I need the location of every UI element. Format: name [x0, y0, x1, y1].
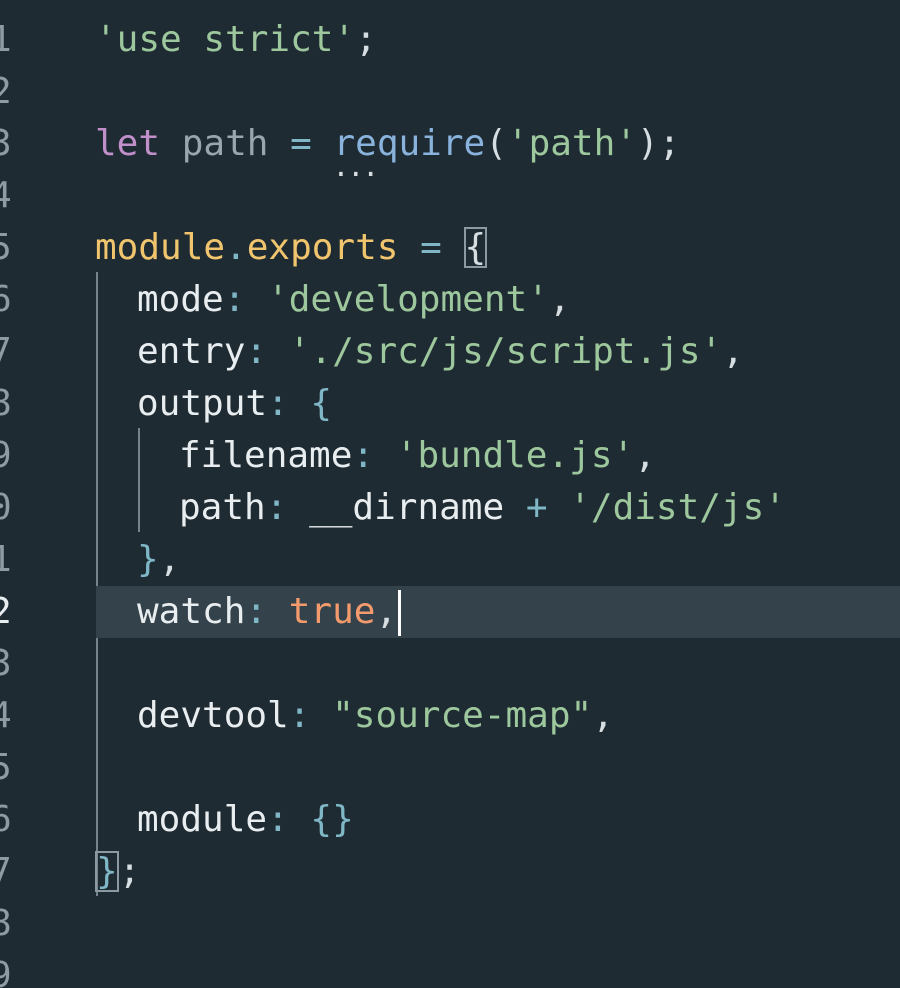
code-text: output: {	[137, 383, 333, 424]
matching-bracket-open: {	[463, 227, 488, 268]
line-number: 5	[0, 747, 12, 788]
code-text: module: {}	[137, 799, 354, 840]
code-line[interactable]: 7 };	[0, 846, 900, 898]
line-number: 4	[0, 695, 12, 736]
line-number: 2	[0, 591, 12, 632]
code-text: filename: 'bundle.js',	[179, 435, 656, 476]
line-number: 1	[0, 539, 12, 580]
code-text: };	[95, 851, 141, 892]
active-code-line[interactable]: 2 watch: true,	[0, 586, 900, 638]
code-line[interactable]: 1 },	[0, 534, 900, 586]
code-text: module.exports = {	[95, 227, 488, 268]
code-text: 'use strict';	[95, 19, 377, 60]
text-cursor	[398, 590, 402, 636]
line-number: 9	[0, 435, 12, 476]
line-number: 7	[0, 851, 12, 892]
line-number: 3	[0, 643, 12, 684]
line-number: 8	[0, 903, 12, 944]
line-number: 9	[0, 955, 12, 988]
code-text: devtool: "source-map",	[137, 695, 614, 736]
code-text: watch: true,	[137, 586, 402, 638]
code-line[interactable]: 4 devtool: "source-map",	[0, 690, 900, 742]
code-line[interactable]: 5 module.exports = {	[0, 222, 900, 274]
code-editor[interactable]: 1 'use strict'; 2 3 let path = require('…	[0, 0, 900, 988]
code-line[interactable]: 3 let path = require('path');	[0, 118, 900, 193]
code-line[interactable]: 6 module: {}	[0, 794, 900, 846]
line-number: 6	[0, 799, 12, 840]
line-number: 7	[0, 331, 12, 372]
matching-bracket-close: }	[95, 851, 119, 892]
line-number: 5	[0, 227, 12, 268]
line-number: 3	[0, 123, 12, 164]
require-call: require	[332, 118, 485, 193]
code-text: let path = require('path');	[95, 118, 680, 193]
line-number: 8	[0, 383, 12, 424]
code-line[interactable]: 9 filename: 'bundle.js',	[0, 430, 900, 482]
code-line[interactable]: 3	[0, 638, 900, 690]
code-line[interactable]: 5	[0, 742, 900, 794]
line-number: 0	[0, 487, 12, 528]
code-line[interactable]: 0 path: __dirname + '/dist/js'	[0, 482, 900, 534]
code-line[interactable]: 8 output: {	[0, 378, 900, 430]
line-number: 2	[0, 71, 12, 112]
code-text: path: __dirname + '/dist/js'	[179, 487, 786, 528]
line-number: 4	[0, 175, 12, 216]
code-line[interactable]: 6 mode: 'development',	[0, 274, 900, 326]
line-number: 1	[0, 19, 12, 60]
code-text: entry: './src/js/script.js',	[137, 331, 744, 372]
code-line[interactable]: 4	[0, 170, 900, 222]
code-line[interactable]: 8	[0, 898, 900, 950]
code-text: },	[137, 539, 181, 580]
code-text: mode: 'development',	[137, 279, 571, 320]
line-number: 6	[0, 279, 12, 320]
code-line[interactable]: 2	[0, 66, 900, 118]
code-line[interactable]: 7 entry: './src/js/script.js',	[0, 326, 900, 378]
code-line[interactable]: 1 'use strict';	[0, 14, 900, 66]
code-line[interactable]: 9	[0, 950, 900, 988]
